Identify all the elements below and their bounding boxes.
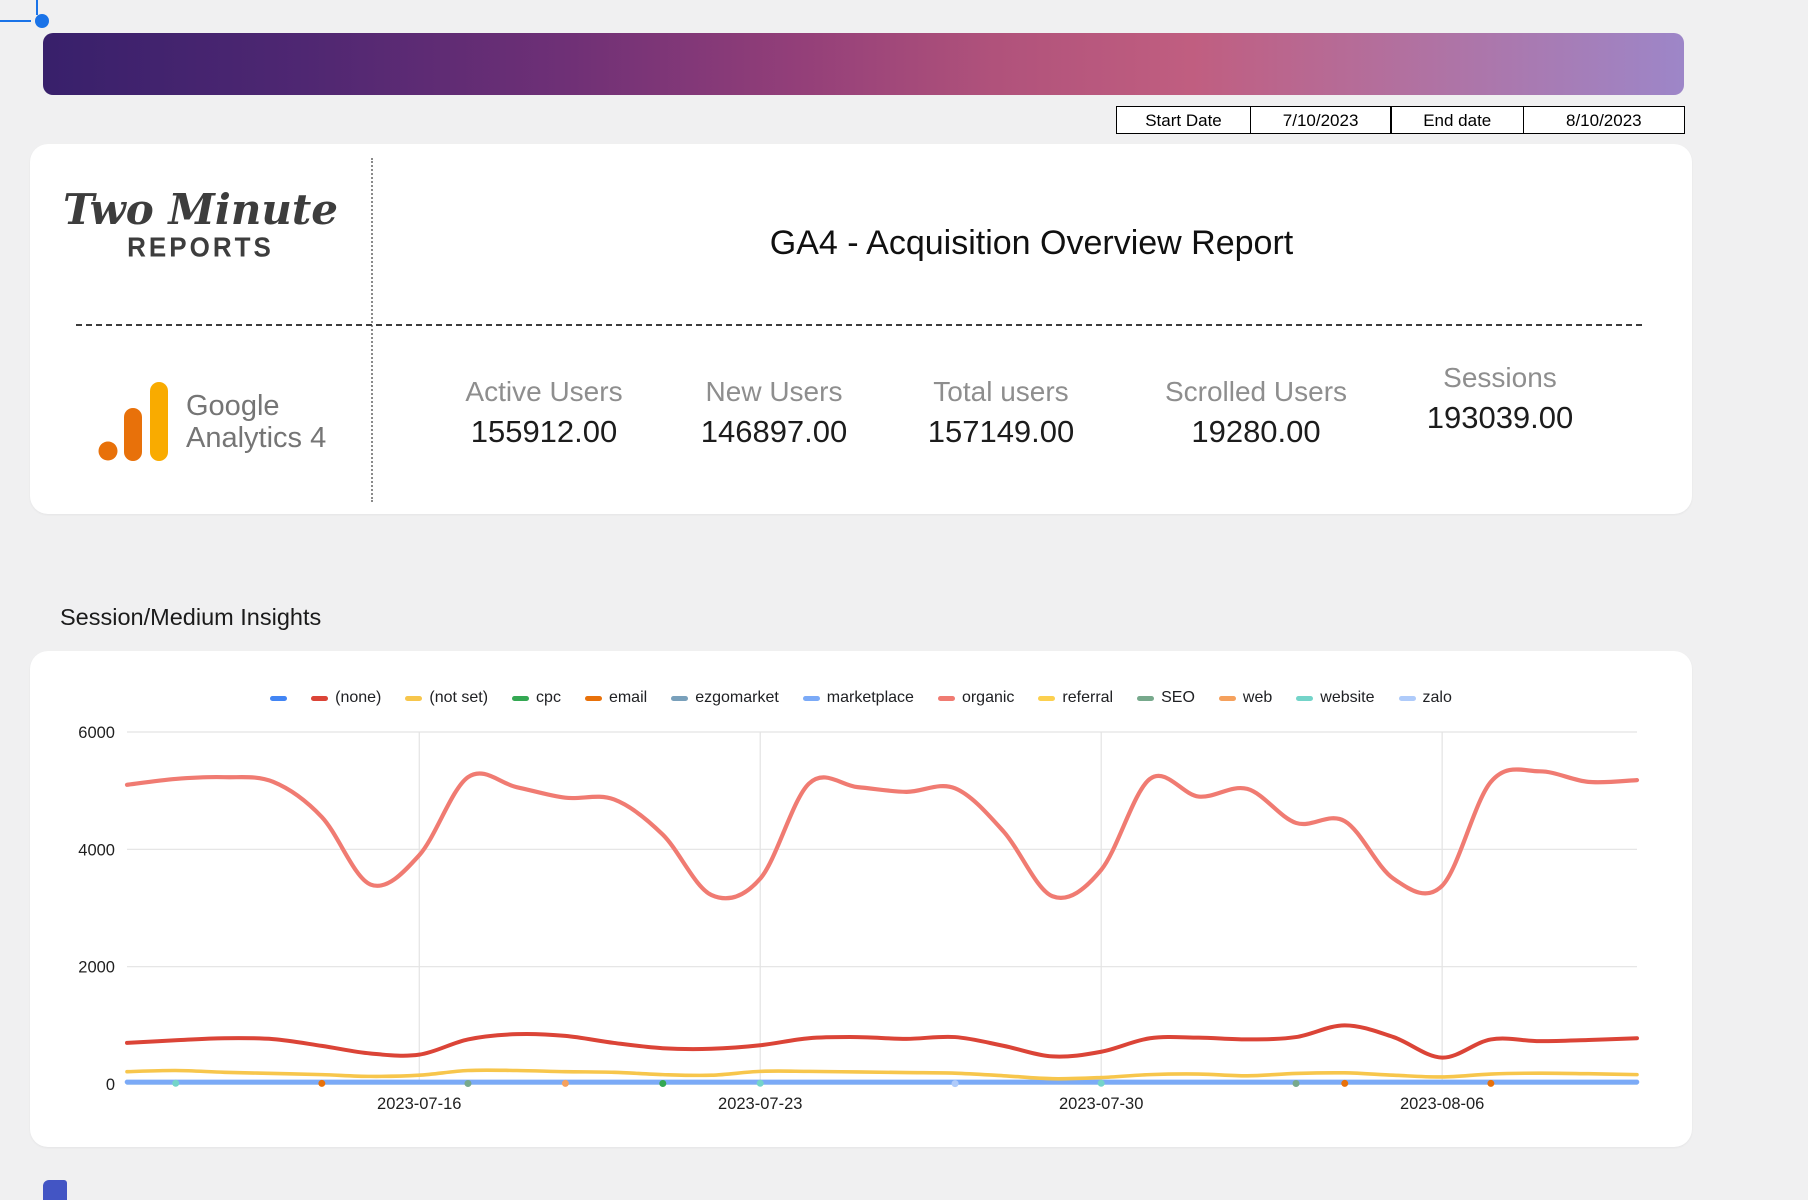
start-date-value-cell[interactable]: 7/10/2023 bbox=[1250, 106, 1392, 134]
report-page: Start Date 7/10/2023 End date 8/10/2023 … bbox=[0, 0, 1808, 1200]
date-filter: Start Date 7/10/2023 End date 8/10/2023 bbox=[1116, 106, 1685, 134]
logo-script-text: Two Minute bbox=[30, 188, 371, 232]
svg-text:2000: 2000 bbox=[78, 959, 115, 977]
start-date-label-cell[interactable]: Start Date bbox=[1116, 106, 1251, 134]
two-minute-reports-logo: Two Minute REPORTS bbox=[30, 188, 371, 263]
metric-scrolled-users: Scrolled Users 19280.00 bbox=[1165, 376, 1347, 450]
svg-text:0: 0 bbox=[106, 1076, 115, 1094]
metric-label: Total users bbox=[928, 376, 1075, 408]
metric-value: 19280.00 bbox=[1165, 414, 1347, 450]
metric-active-users: Active Users 155912.00 bbox=[465, 376, 622, 450]
svg-text:2023-08-06: 2023-08-06 bbox=[1400, 1095, 1484, 1113]
ga4-bars-icon bbox=[98, 382, 172, 462]
session-medium-chart-card: (none)(not set)cpcemailezgomarketmarketp… bbox=[30, 651, 1692, 1147]
metric-label: Scrolled Users bbox=[1165, 376, 1347, 408]
next-section-bar-corner bbox=[43, 1180, 67, 1200]
report-header-card: Two Minute REPORTS GA4 - Acquisition Ove… bbox=[30, 144, 1692, 514]
ga4-logo-text: Google Analytics 4 bbox=[186, 390, 326, 455]
end-date-value-cell[interactable]: 8/10/2023 bbox=[1523, 106, 1685, 134]
report-title: GA4 - Acquisition Overview Report bbox=[371, 224, 1692, 263]
metric-label: Sessions bbox=[1427, 362, 1574, 394]
metric-label: Active Users bbox=[465, 376, 622, 408]
google-analytics-logo: Google Analytics 4 bbox=[98, 382, 326, 462]
selection-guide-horizontal bbox=[0, 20, 31, 22]
header-gradient-bar bbox=[43, 33, 1684, 95]
metric-value: 157149.00 bbox=[928, 414, 1075, 450]
metric-total-users: Total users 157149.00 bbox=[928, 376, 1075, 450]
metric-value: 146897.00 bbox=[701, 414, 848, 450]
svg-text:2023-07-30: 2023-07-30 bbox=[1059, 1095, 1143, 1113]
metric-value: 193039.00 bbox=[1427, 400, 1574, 436]
horizontal-dashed-divider bbox=[76, 324, 1642, 326]
metric-value: 155912.00 bbox=[465, 414, 622, 450]
section-title: Session/Medium Insights bbox=[60, 604, 321, 631]
vertical-dotted-divider bbox=[371, 158, 373, 502]
metric-label: New Users bbox=[701, 376, 848, 408]
logo-caps-text: REPORTS bbox=[30, 231, 371, 264]
selection-handle-dot[interactable] bbox=[35, 14, 49, 28]
end-date-label-cell[interactable]: End date bbox=[1390, 106, 1524, 134]
sessions-by-medium-line-chart: 0 2000 4000 6000 2023-07-16 2023-07-23 2023-07… bbox=[30, 651, 1692, 1147]
svg-text:4000: 4000 bbox=[78, 841, 115, 859]
svg-text:2023-07-16: 2023-07-16 bbox=[377, 1095, 461, 1113]
svg-text:6000: 6000 bbox=[78, 724, 115, 742]
selection-guide-vertical bbox=[36, 0, 38, 15]
metric-new-users: New Users 146897.00 bbox=[701, 376, 848, 450]
metric-sessions: Sessions 193039.00 bbox=[1427, 362, 1574, 436]
svg-text:2023-07-23: 2023-07-23 bbox=[718, 1095, 802, 1113]
